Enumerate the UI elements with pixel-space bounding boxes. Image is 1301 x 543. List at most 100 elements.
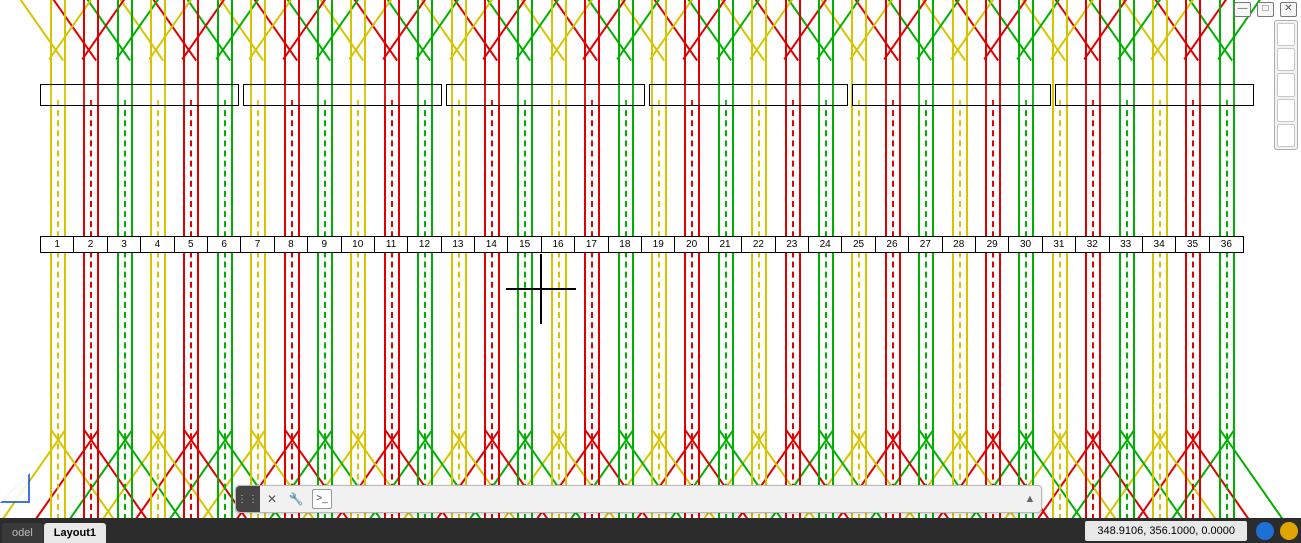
conductor-line — [918, 0, 920, 543]
conductor-line — [64, 0, 66, 543]
conductor-line — [785, 0, 787, 543]
conductor-line — [484, 0, 486, 543]
slot-centerline — [1126, 100, 1130, 520]
nav-home-icon[interactable] — [1277, 23, 1295, 46]
slot-centerline — [925, 100, 929, 520]
end-turn-line — [10, 0, 63, 61]
command-input[interactable] — [332, 493, 1019, 505]
slot-centerline — [992, 100, 996, 520]
conductor-line — [498, 0, 500, 543]
slot-cell: 15 — [508, 237, 541, 252]
slot-cell: 4 — [141, 237, 174, 252]
slot-centerline — [1025, 100, 1029, 520]
layout-tab[interactable]: odel — [2, 523, 43, 543]
conductor-line — [417, 0, 419, 543]
layout-tab[interactable]: Layout1 — [44, 523, 106, 543]
conductor-line — [531, 0, 533, 543]
slot-cell: 35 — [1176, 237, 1209, 252]
status-toggle-annotation-icon[interactable] — [1280, 522, 1298, 540]
conductor-line — [698, 0, 700, 543]
slot-cell: 5 — [175, 237, 208, 252]
conductor-line — [818, 0, 820, 543]
conductor-line — [364, 0, 366, 543]
conductor-line — [1133, 0, 1135, 543]
slot-cell: 17 — [575, 237, 608, 252]
conductor-line — [551, 0, 553, 543]
slot-cell: 24 — [809, 237, 842, 252]
maximize-button[interactable]: □ — [1257, 2, 1274, 17]
slot-centerline — [658, 100, 662, 520]
slot-cell: 1 — [41, 237, 74, 252]
commandbar-config-icon[interactable]: 🔧 — [286, 489, 306, 509]
conductor-line — [751, 0, 753, 543]
conductor-line — [1119, 0, 1121, 543]
slot-cell: 36 — [1210, 237, 1243, 252]
slot-centerline — [858, 100, 862, 520]
close-button[interactable]: ✕ — [1280, 2, 1297, 17]
conductor-line — [952, 0, 954, 543]
nav-pan-icon[interactable] — [1277, 73, 1295, 96]
terminal-box-row — [40, 84, 1254, 104]
conductor-line — [284, 0, 286, 543]
slot-cell: 14 — [475, 237, 508, 252]
minimize-button[interactable]: — — [1234, 2, 1251, 17]
commandbar-history-icon[interactable]: ▲ — [1019, 493, 1041, 505]
terminal-box — [1055, 84, 1254, 106]
slot-centerline — [224, 100, 228, 520]
slot-cell: 11 — [375, 237, 408, 252]
status-bar: odelLayout1 348.9106, 356.1000, 0.0000 — [0, 518, 1301, 543]
slot-centerline — [1192, 100, 1196, 520]
command-line-bar[interactable]: ⋮⋮ ✕ 🔧 >_ ▲ — [235, 485, 1042, 513]
slot-centerline — [424, 100, 428, 520]
conductor-line — [83, 0, 85, 543]
slot-centerline — [1092, 100, 1096, 520]
conductor-line — [350, 0, 352, 543]
nav-zoom-icon[interactable] — [1277, 99, 1295, 122]
slot-cell: 28 — [943, 237, 976, 252]
conductor-line — [765, 0, 767, 543]
conductor-line — [865, 0, 867, 543]
conductor-line — [885, 0, 887, 543]
conductor-line — [832, 0, 834, 543]
conductor-line — [398, 0, 400, 543]
slot-cell: 20 — [675, 237, 708, 252]
slot-cell: 21 — [709, 237, 742, 252]
conductor-line — [97, 0, 99, 543]
slot-centerline — [391, 100, 395, 520]
slot-cell: 2 — [74, 237, 107, 252]
conductor-line — [632, 0, 634, 543]
conductor-line — [584, 0, 586, 543]
conductor-line — [1166, 0, 1168, 543]
ucs-icon — [0, 473, 30, 503]
conductor-line — [298, 0, 300, 543]
status-toggle-modelspace-icon[interactable] — [1256, 522, 1274, 540]
commandbar-close-icon[interactable]: ✕ — [262, 489, 282, 509]
slot-centerline — [324, 100, 328, 520]
conductor-line — [317, 0, 319, 543]
conductor-line — [264, 0, 266, 543]
slot-cell: 7 — [241, 237, 274, 252]
conductor-line — [117, 0, 119, 543]
nav-lookat-icon[interactable] — [1277, 124, 1295, 147]
conductor-line — [150, 0, 152, 543]
slot-centerline — [758, 100, 762, 520]
slot-centerline — [157, 100, 161, 520]
slot-cell: 30 — [1009, 237, 1042, 252]
conductor-line — [618, 0, 620, 543]
conductor-line — [598, 0, 600, 543]
slot-cell: 8 — [275, 237, 308, 252]
slot-centerline — [257, 100, 261, 520]
slot-centerline — [1159, 100, 1163, 520]
conductor-line — [1219, 0, 1221, 543]
nav-orbit-icon[interactable] — [1277, 48, 1295, 71]
commandbar-grip-icon[interactable]: ⋮⋮ — [236, 486, 260, 512]
slot-cell: 9 — [308, 237, 341, 252]
conductor-line — [966, 0, 968, 543]
conductor-line — [899, 0, 901, 543]
conductor-line — [1152, 0, 1154, 543]
conductor-line — [565, 0, 567, 543]
conductor-line — [1018, 0, 1020, 543]
slot-centerline — [1226, 100, 1230, 520]
drawing-canvas[interactable]: 1234567891011121314151617181920212223242… — [0, 0, 1301, 543]
slot-cell: 26 — [876, 237, 909, 252]
